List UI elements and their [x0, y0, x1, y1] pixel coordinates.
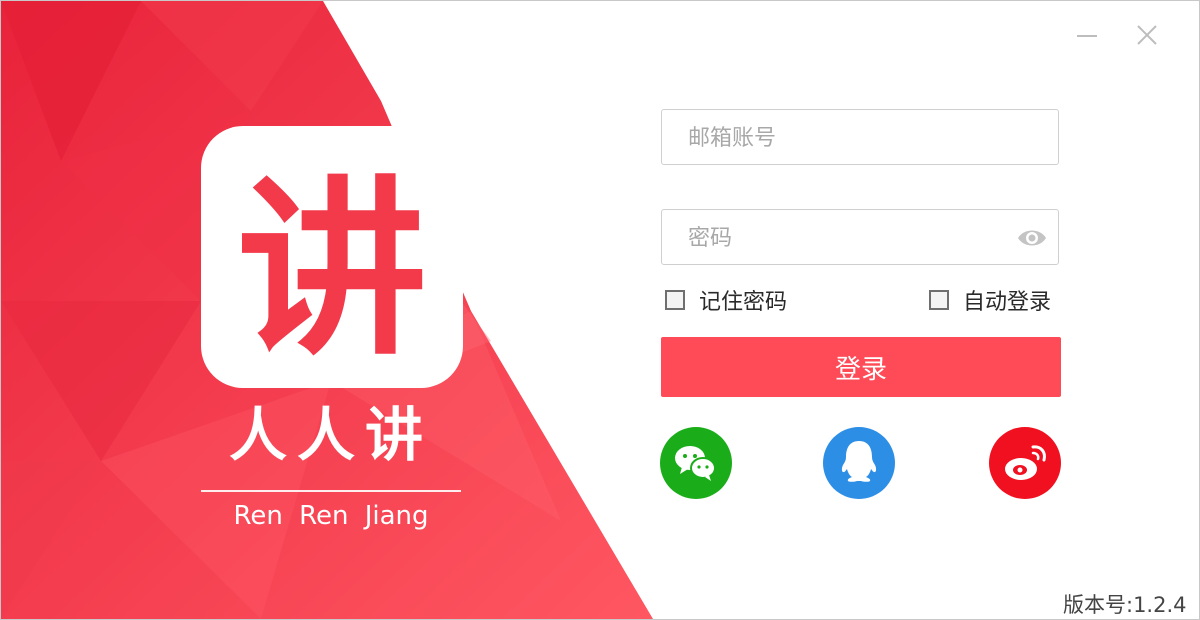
- login-button[interactable]: 登录: [661, 337, 1061, 397]
- remember-password-option[interactable]: 记住密码: [665, 285, 787, 315]
- email-input[interactable]: [686, 110, 1020, 166]
- auto-login-label: 自动登录: [963, 290, 1052, 315]
- minimize-button[interactable]: [1073, 21, 1101, 49]
- version-label: 版本号:1.2.4: [1063, 593, 1187, 617]
- qq-icon: [823, 427, 895, 499]
- password-input[interactable]: [686, 210, 1020, 266]
- remember-password-checkbox[interactable]: [665, 290, 685, 310]
- password-field-box: [661, 209, 1059, 266]
- brand-name-en: Ren Ren Jiang: [233, 501, 429, 531]
- brand-name: 人人讲: [228, 401, 433, 469]
- qq-login-button[interactable]: [823, 427, 895, 499]
- brand-divider: [201, 490, 461, 492]
- weibo-icon: [989, 427, 1061, 499]
- auto-login-option[interactable]: 自动登录: [929, 285, 1051, 315]
- wechat-icon: [660, 427, 732, 499]
- auto-login-checkbox[interactable]: [929, 290, 949, 310]
- brand-panel: 讲 人人讲 Ren Ren Jiang: [1, 1, 661, 619]
- eye-icon[interactable]: [1016, 224, 1048, 252]
- logo-char: 讲: [237, 160, 427, 381]
- weibo-login-button[interactable]: [989, 427, 1061, 499]
- close-icon: [1137, 25, 1157, 45]
- wechat-login-button[interactable]: [660, 427, 732, 499]
- login-window: 讲 人人讲 Ren Ren Jiang 记住密码 自动登录 登录: [0, 0, 1200, 620]
- email-field-box: [661, 109, 1059, 166]
- minimize-icon: [1077, 35, 1097, 37]
- remember-password-label: 记住密码: [699, 290, 788, 315]
- close-button[interactable]: [1133, 21, 1161, 49]
